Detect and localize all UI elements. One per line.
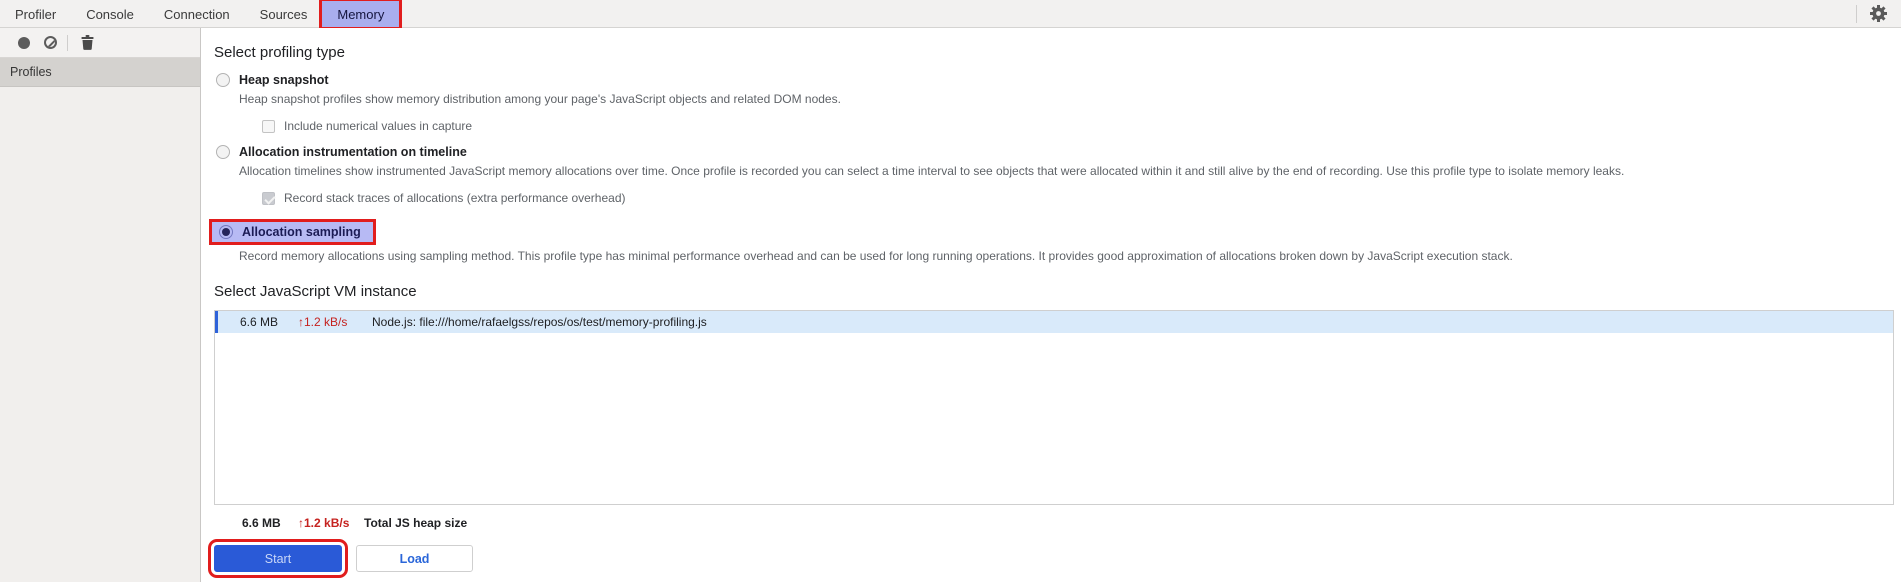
topbar-right-controls bbox=[1856, 4, 1901, 23]
checkbox-label: Record stack traces of allocations (extr… bbox=[284, 191, 626, 205]
clear-button[interactable] bbox=[37, 30, 63, 56]
toolbar-divider bbox=[67, 34, 68, 51]
radio-heap-snapshot-label: Heap snapshot bbox=[239, 73, 329, 87]
allocation-timeline-description: Allocation timelines show instrumented J… bbox=[239, 164, 1625, 178]
total-heap-size-value: 6.6 MB bbox=[242, 516, 281, 530]
vm-instance-row-selected[interactable]: 6.6 MB ↑1.2 kB/s Node.js: file:///home/r… bbox=[215, 311, 1893, 333]
memory-panel-content: Select profiling type Heap snapshot Heap… bbox=[202, 28, 1901, 582]
checkbox-record-stack-traces[interactable]: Record stack traces of allocations (extr… bbox=[262, 191, 1901, 205]
tab-console[interactable]: Console bbox=[71, 1, 149, 27]
profiling-type-heading: Select profiling type bbox=[214, 44, 345, 61]
radio-allocation-sampling-label: Allocation sampling bbox=[242, 225, 361, 239]
profiles-section-header: Profiles bbox=[0, 58, 200, 87]
radio-heap-snapshot[interactable]: Heap snapshot bbox=[216, 73, 1901, 87]
allocation-sampling-description: Record memory allocations using sampling… bbox=[239, 249, 1513, 263]
vm-instance-list: 6.6 MB ↑1.2 kB/s Node.js: file:///home/r… bbox=[214, 310, 1894, 505]
record-button[interactable] bbox=[11, 30, 37, 56]
tab-connection[interactable]: Connection bbox=[149, 1, 245, 27]
total-heap-status-row: 6.6 MB ↑1.2 kB/s Total JS heap size bbox=[214, 516, 1901, 530]
gear-icon[interactable] bbox=[1870, 5, 1887, 22]
checkbox-label: Include numerical values in capture bbox=[284, 119, 473, 133]
delete-profile-button[interactable] bbox=[74, 30, 100, 56]
checkbox-icon[interactable] bbox=[262, 191, 275, 205]
radio-allocation-sampling[interactable]: Allocation sampling bbox=[209, 219, 376, 245]
vm-instance-title: Node.js: file:///home/rafaelgss/repos/os… bbox=[372, 315, 707, 329]
profiler-toolbar bbox=[0, 28, 200, 58]
radio-selected-icon[interactable] bbox=[219, 225, 233, 239]
tab-sources[interactable]: Sources bbox=[245, 1, 323, 27]
tab-profiler[interactable]: Profiler bbox=[0, 1, 71, 27]
start-button[interactable]: Start bbox=[208, 539, 348, 578]
checkbox-icon[interactable] bbox=[262, 119, 275, 133]
clear-icon bbox=[43, 36, 57, 49]
checkbox-include-numerical-values[interactable]: Include numerical values in capture bbox=[262, 119, 1901, 133]
devtools-memory-panel: Profiler Console Connection Sources Memo… bbox=[0, 0, 1901, 582]
heap-snapshot-description: Heap snapshot profiles show memory distr… bbox=[239, 92, 841, 106]
record-icon bbox=[18, 36, 30, 49]
profiles-sidebar: Profiles bbox=[0, 28, 201, 582]
action-buttons: Start Load bbox=[208, 539, 1901, 578]
panel-tab-bar: Profiler Console Connection Sources Memo… bbox=[0, 0, 1901, 30]
radio-icon[interactable] bbox=[216, 73, 230, 87]
radio-allocation-timeline[interactable]: Allocation instrumentation on timeline bbox=[216, 145, 1901, 159]
total-allocation-rate: ↑1.2 kB/s bbox=[298, 516, 350, 530]
radio-allocation-timeline-label: Allocation instrumentation on timeline bbox=[239, 145, 467, 159]
vm-heap-size: 6.6 MB bbox=[240, 315, 279, 329]
load-button[interactable]: Load bbox=[356, 545, 473, 572]
vm-allocation-rate: ↑1.2 kB/s bbox=[298, 315, 348, 329]
radio-icon[interactable] bbox=[216, 145, 230, 159]
total-heap-size-label: Total JS heap size bbox=[364, 516, 468, 530]
trash-icon bbox=[81, 35, 93, 50]
toolbar-divider bbox=[1856, 4, 1857, 23]
tab-memory[interactable]: Memory bbox=[319, 0, 403, 30]
vm-instance-heading: Select JavaScript VM instance bbox=[214, 283, 417, 300]
